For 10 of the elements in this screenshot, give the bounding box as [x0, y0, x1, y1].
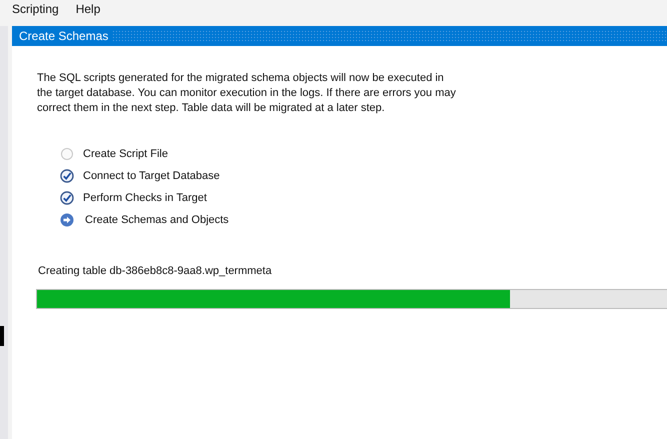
edge-marker — [0, 326, 4, 346]
step-label: Perform Checks in Target — [83, 192, 207, 204]
step-label: Create Script File — [83, 148, 168, 160]
menu-item[interactable]: Help — [76, 2, 100, 16]
step-label: Create Schemas and Objects — [85, 214, 229, 226]
menu-item[interactable]: Scripting — [12, 2, 59, 16]
panel-title: Create Schemas — [19, 29, 108, 43]
step-label: Connect to Target Database — [83, 170, 220, 182]
progress-label: Creating table db-386eb8c8-9aa8.wp_termmeta — [38, 265, 273, 277]
description-text: The SQL scripts generated for the migrated schema objects will now be executed in the target database. You can monitor execution in the logs. If there are errors you may correct them in the next step. Table data will be migrated at a later step. — [37, 71, 457, 116]
